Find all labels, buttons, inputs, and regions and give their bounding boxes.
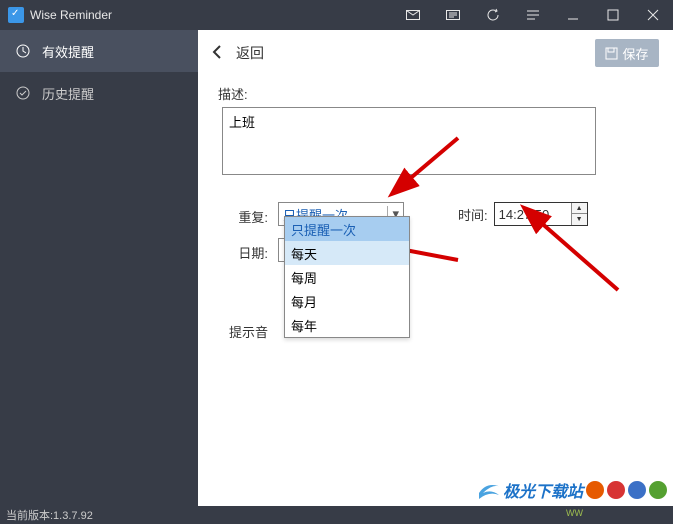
sound-label: 提示音	[218, 318, 278, 341]
dropdown-option[interactable]: 每天	[285, 241, 409, 265]
check-circle-icon	[14, 84, 32, 102]
description-input[interactable]	[222, 107, 596, 175]
back-label: 返回	[236, 43, 264, 63]
titlebar: Wise Reminder	[0, 0, 673, 30]
maximize-button[interactable]	[593, 0, 633, 30]
repeat-label: 重复:	[218, 203, 278, 226]
watermark-sub: WW	[566, 508, 583, 518]
chevron-left-icon	[212, 45, 222, 62]
dropdown-option[interactable]: 每周	[285, 265, 409, 289]
close-button[interactable]	[633, 0, 673, 30]
refresh-icon[interactable]	[473, 0, 513, 30]
app-title: Wise Reminder	[30, 8, 393, 22]
sidebar-item-label: 历史提醒	[42, 84, 94, 103]
sidebar-item-label: 有效提醒	[42, 42, 94, 61]
mail-icon[interactable]	[393, 0, 433, 30]
time-label: 时间:	[458, 205, 488, 224]
dropdown-option[interactable]: 每月	[285, 289, 409, 313]
app-icon	[8, 7, 24, 23]
sidebar: 有效提醒 历史提醒	[0, 30, 198, 506]
date-label: 日期:	[218, 239, 278, 262]
feedback-icon[interactable]	[433, 0, 473, 30]
clock-icon	[14, 42, 32, 60]
menu-icon[interactable]	[513, 0, 553, 30]
watermark: 极光下载站	[477, 478, 667, 502]
save-label: 保存	[622, 44, 648, 63]
time-spinner-up[interactable]: ▲	[572, 203, 587, 214]
sidebar-item-history-reminders[interactable]: 历史提醒	[0, 72, 198, 114]
save-icon	[605, 47, 618, 60]
description-label: 描述:	[218, 80, 262, 103]
main-panel: 返回 保存 描述: 重复:	[198, 30, 673, 506]
minimize-button[interactable]	[553, 0, 593, 30]
save-button[interactable]: 保存	[595, 39, 659, 67]
repeat-dropdown: 只提醒一次 每天 每周 每月 每年	[284, 216, 410, 338]
time-spinner-down[interactable]: ▼	[572, 214, 587, 225]
time-input[interactable]: 14:27:50 ▲ ▼	[494, 202, 588, 226]
sidebar-item-active-reminders[interactable]: 有效提醒	[0, 30, 198, 72]
back-button[interactable]: 返回	[212, 43, 264, 63]
time-value: 14:27:50	[495, 207, 571, 222]
version-label: 当前版本:1.3.7.92	[6, 507, 93, 523]
dropdown-option[interactable]: 每年	[285, 313, 409, 337]
dropdown-option[interactable]: 只提醒一次	[285, 217, 409, 241]
